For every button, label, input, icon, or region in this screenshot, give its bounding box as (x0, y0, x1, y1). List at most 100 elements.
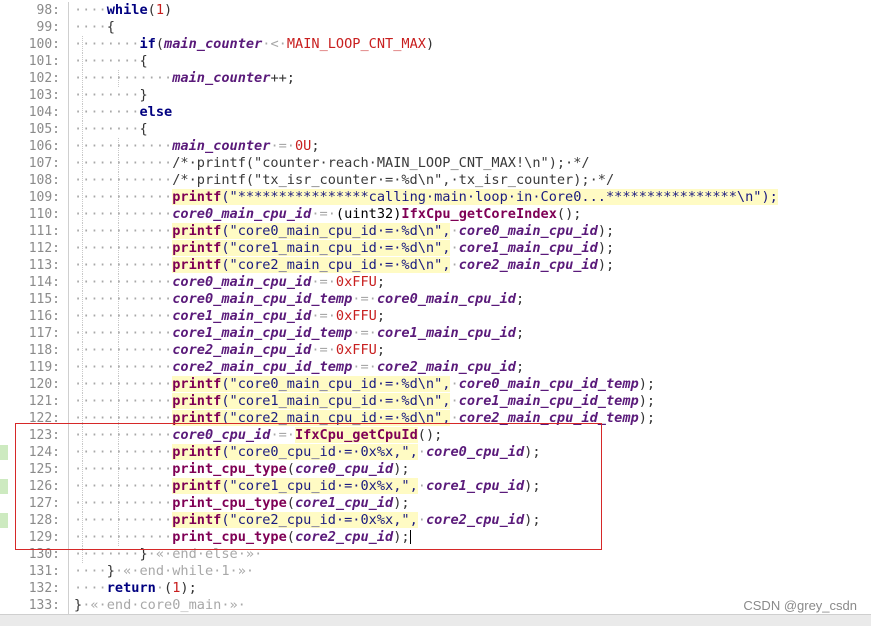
code-line[interactable]: 118: ············core2_main_cpu_id·=·0xFF… (0, 342, 871, 359)
punctuation: } (106, 563, 115, 579)
code-text[interactable]: ············main_counter++; (74, 70, 295, 87)
gutter: 111: (0, 223, 69, 240)
code-text[interactable]: ············/*·printf("tx_isr_counter·=·… (74, 172, 614, 189)
string-literal: ("core0_main_cpu_id·=·%d\n", (221, 376, 451, 392)
function-name: IfxCpu_getCoreIndex (401, 206, 557, 222)
gutter-separator (68, 393, 69, 410)
code-line[interactable]: 110: ············core0_main_cpu_id·=·(uin… (0, 206, 871, 223)
code-line[interactable]: 117: ············core1_main_cpu_id_temp·=… (0, 325, 871, 342)
whitespace-marker: · (450, 376, 459, 392)
whitespace-marker: · (450, 240, 459, 256)
gutter: 119: (0, 359, 69, 376)
gutter: 99: (0, 19, 69, 36)
code-line[interactable]: 109: ············printf("****************… (0, 189, 871, 206)
code-text[interactable]: ············printf("****************call… (74, 189, 778, 206)
identifier: core2_main_cpu_id_temp (172, 359, 353, 375)
gutter-separator (68, 359, 69, 376)
code-line[interactable]: 100: ········if(main_counter·<·MAIN_LOOP_… (0, 36, 871, 53)
code-text[interactable]: ············printf("core1_main_cpu_id·=·… (74, 240, 614, 257)
gutter: 116: (0, 308, 69, 325)
status-bar (0, 614, 871, 626)
whitespace-marker: · (450, 393, 459, 409)
code-line[interactable]: 98: ····while(1) (0, 2, 871, 19)
code-text[interactable]: ············core0_main_cpu_id·=·(uint32)… (74, 206, 581, 223)
code-text[interactable]: ····return·(1); (74, 580, 197, 597)
gutter: 101: (0, 53, 69, 70)
code-line[interactable]: 115: ············core0_main_cpu_id_temp·=… (0, 291, 871, 308)
code-text[interactable]: ············printf("core0_main_cpu_id·=·… (74, 223, 614, 240)
code-text[interactable]: ····{ (74, 19, 115, 36)
gutter: 104: (0, 104, 69, 121)
code-line[interactable]: 133:}·«·end·core0_main·»· (0, 597, 871, 614)
indent-whitespace: ············ (74, 70, 173, 86)
gutter-separator (68, 376, 69, 393)
identifier: main_counter (172, 70, 271, 86)
code-line[interactable]: 103: ········} (0, 87, 871, 104)
code-line[interactable]: 113: ············printf("core2_main_cpu_i… (0, 257, 871, 274)
code-text[interactable]: ············printf("core2_main_cpu_id·=·… (74, 257, 614, 274)
keyword: else (139, 104, 173, 120)
code-line[interactable]: 132: ····return·(1); (0, 580, 871, 597)
code-line[interactable]: 131: ····}·«·end·while·1·»· (0, 563, 871, 580)
code-line[interactable]: 111: ············printf("core0_main_cpu_i… (0, 223, 871, 240)
code-line[interactable]: 104: ········else (0, 104, 871, 121)
code-text[interactable]: ············core0_main_cpu_id_temp·=·cor… (74, 291, 524, 308)
code-text[interactable]: ············core0_main_cpu_id·=·0xFFU; (74, 274, 385, 291)
gutter-separator (68, 172, 69, 189)
code-line[interactable]: 107: ············/*·printf("counter·reach… (0, 155, 871, 172)
code-line[interactable]: 102: ············main_counter++; (0, 70, 871, 87)
code-text[interactable]: ············core1_main_cpu_id·=·0xFFU; (74, 308, 385, 325)
watermark: CSDN @grey_csdn (743, 598, 857, 613)
keyword: while (106, 2, 148, 18)
gutter: 98: (0, 2, 69, 19)
code-line[interactable]: 105: ········{ (0, 121, 871, 138)
identifier: core0_main_cpu_id_temp (458, 376, 639, 392)
type-cast: (uint32) (335, 206, 402, 222)
code-line[interactable]: 112: ············printf("core1_main_cpu_i… (0, 240, 871, 257)
code-text[interactable]: ····while(1) (74, 2, 172, 19)
identifier: main_counter (172, 138, 271, 154)
gutter-separator (68, 70, 69, 87)
gutter: 102: (0, 70, 69, 87)
code-text[interactable]: ········else (74, 104, 172, 121)
code-text[interactable]: ············core1_main_cpu_id_temp·=·cor… (74, 325, 524, 342)
code-line[interactable]: 101: ········{ (0, 53, 871, 70)
code-text[interactable]: ········{ (74, 121, 148, 138)
gutter-separator (68, 325, 69, 342)
gutter-separator (68, 189, 69, 206)
code-line[interactable]: 120: ············printf("core0_main_cpu_i… (0, 376, 871, 393)
indent-whitespace: ············ (74, 223, 173, 239)
code-line[interactable]: 116: ············core1_main_cpu_id·=·0xFF… (0, 308, 871, 325)
line-number: 119: (28, 360, 60, 375)
code-line[interactable]: 108: ············/*·printf("tx_isr_counte… (0, 172, 871, 189)
code-text[interactable]: ············printf("core1_main_cpu_id·=·… (74, 393, 655, 410)
indent-whitespace: ···· (74, 563, 107, 579)
punctuation: ); (597, 240, 615, 256)
code-text[interactable]: ············core2_main_cpu_id·=·0xFFU; (74, 342, 385, 359)
code-text[interactable]: ········if(main_counter·<·MAIN_LOOP_CNT_… (74, 36, 434, 53)
code-text[interactable]: ············main_counter·=·0U; (74, 138, 320, 155)
indent-whitespace: ········ (74, 104, 140, 120)
code-line[interactable]: 106: ············main_counter·=·0U; (0, 138, 871, 155)
code-text[interactable]: ········} (74, 87, 148, 104)
whitespace-marker: ·=· (352, 291, 377, 307)
code-text[interactable]: ········{ (74, 53, 148, 70)
code-line[interactable]: 121: ············printf("core1_main_cpu_i… (0, 393, 871, 410)
code-line[interactable]: 114: ············core0_main_cpu_id·=·0xFF… (0, 274, 871, 291)
whitespace-marker: ·=· (270, 138, 295, 154)
code-text[interactable]: }·«·end·core0_main·»· (74, 597, 246, 614)
function-name: printf (172, 376, 222, 392)
code-line[interactable]: 99: ····{ (0, 19, 871, 36)
gutter-separator (68, 53, 69, 70)
code-line[interactable]: 119: ············core2_main_cpu_id_temp·=… (0, 359, 871, 376)
code-text[interactable]: ············/*·printf("counter·reach·MAI… (74, 155, 590, 172)
keyword: if (139, 36, 156, 52)
code-text[interactable]: ····}·«·end·while·1·»· (74, 563, 254, 580)
punctuation: { (106, 19, 115, 35)
whitespace-marker: ·=· (311, 308, 336, 324)
code-text[interactable]: ············core2_main_cpu_id_temp·=·cor… (74, 359, 524, 376)
indent-whitespace: ············ (74, 291, 173, 307)
code-text[interactable]: ············printf("core0_main_cpu_id·=·… (74, 376, 655, 393)
number-literal: 0U (295, 138, 312, 154)
identifier: core0_main_cpu_id (458, 223, 598, 239)
